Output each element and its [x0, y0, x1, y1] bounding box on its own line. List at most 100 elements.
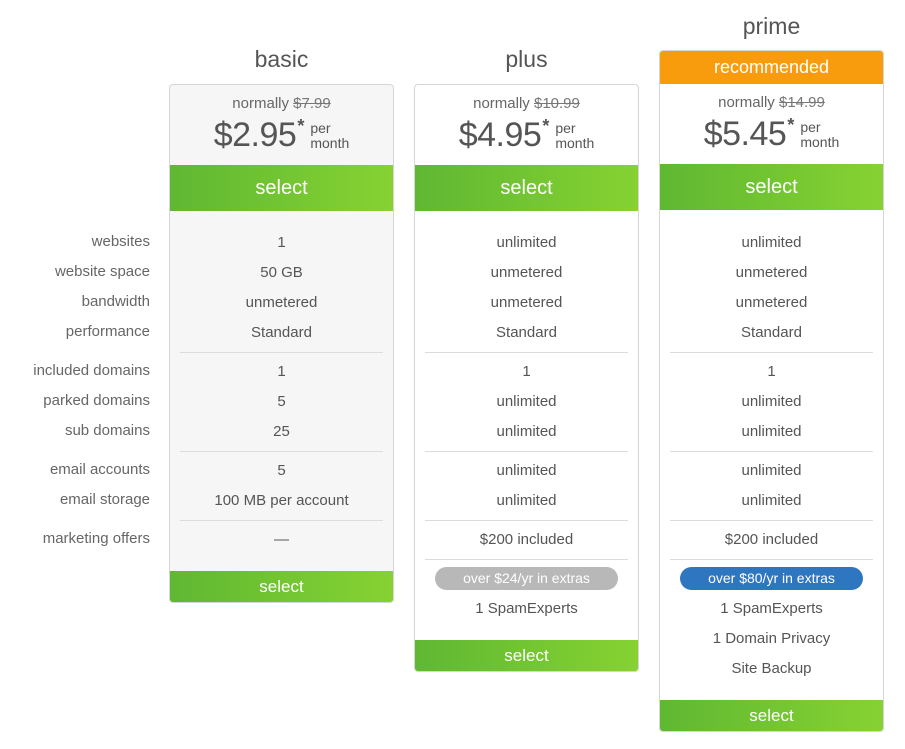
strikethrough-price: $7.99 [293, 95, 331, 112]
feature-value: 1 [522, 363, 531, 380]
normally-label: normally [473, 95, 530, 112]
feature-value: $200 included [724, 531, 819, 548]
feature-value: 1 [277, 363, 286, 380]
feature-value: 1 [767, 363, 776, 380]
per-month: per month [555, 121, 594, 151]
asterisk: * [787, 115, 795, 135]
extra-item: 1 Domain Privacy [712, 630, 831, 647]
asterisk: * [297, 116, 305, 136]
original-price: normally $14.99 [660, 94, 883, 111]
feature-value: unmetered [245, 294, 318, 311]
feature-value: — [274, 531, 289, 548]
select-button-top[interactable]: select [660, 164, 883, 210]
feature-value: unlimited [741, 462, 802, 479]
feature-value: Standard [741, 324, 802, 341]
feature-label-website-space: website space [54, 263, 150, 280]
divider [425, 352, 628, 353]
price-line: $4.95 * per month [415, 115, 638, 155]
feature-value: $200 included [479, 531, 574, 548]
feature-value: unlimited [496, 234, 557, 251]
extra-item: 1 SpamExperts [720, 600, 823, 617]
recommended-ribbon: recommended [660, 51, 883, 84]
asterisk: * [542, 116, 550, 136]
strikethrough-price: $10.99 [533, 95, 580, 112]
feature-value: 25 [273, 423, 290, 440]
feature-value: 5 [277, 462, 286, 479]
divider [670, 451, 873, 452]
per-month: per month [310, 121, 349, 151]
divider [180, 451, 383, 452]
price-box: normally $14.99 $5.45 * per month [660, 84, 883, 164]
feature-label-marketing-offers: marketing offers [42, 530, 150, 547]
divider [425, 520, 628, 521]
select-button-top[interactable]: select [170, 165, 393, 211]
feature-value: unlimited [741, 393, 802, 410]
divider [425, 451, 628, 452]
feature-value: Standard [496, 324, 557, 341]
plan-title: prime [742, 13, 801, 39]
feature-value: unmetered [735, 264, 808, 281]
feature-value: 1 [277, 234, 286, 251]
feature-value: 50 GB [260, 264, 303, 281]
feature-value: unlimited [741, 234, 802, 251]
select-button-bottom[interactable]: select [170, 571, 393, 602]
plan-card: recommended normally $14.99 $5.45 * per m… [659, 50, 884, 732]
divider [180, 352, 383, 353]
feature-value: Standard [251, 324, 312, 341]
feature-label-websites: websites [91, 233, 150, 250]
select-button-bottom[interactable]: select [415, 640, 638, 671]
price: $4.95 [458, 116, 542, 154]
feature-label-bandwidth: bandwidth [81, 293, 150, 310]
feature-label-included-domains: included domains [33, 362, 150, 379]
per-label: per [555, 120, 576, 136]
select-button-top[interactable]: select [415, 165, 638, 211]
extras-badge: over $24/yr in extras [435, 567, 618, 590]
extra-item: Site Backup [731, 660, 812, 677]
feature-value: unlimited [496, 492, 557, 509]
plan-title: plus [505, 46, 548, 72]
feature-value: 5 [277, 393, 286, 410]
price: $2.95 [213, 116, 297, 154]
normally-label: normally [232, 95, 289, 112]
feature-label-email-accounts: email accounts [49, 461, 150, 478]
price-line: $5.45 * per month [660, 114, 883, 154]
price: $5.45 [703, 115, 787, 153]
month-label: month [800, 134, 840, 150]
feature-value: unlimited [496, 423, 557, 440]
per-label: per [310, 120, 331, 136]
divider [425, 559, 628, 560]
price-box: normally $7.99 $2.95 * per month [170, 85, 393, 165]
feature-value: unlimited [496, 462, 557, 479]
extras-badge: over $80/yr in extras [680, 567, 863, 590]
price-box: normally $10.99 $4.95 * per month [415, 85, 638, 165]
feature-value: unmetered [490, 294, 563, 311]
divider [670, 520, 873, 521]
feature-label-email-storage: email storage [59, 491, 150, 508]
plan-title: basic [254, 46, 309, 72]
month-label: month [310, 135, 350, 151]
original-price: normally $7.99 [170, 95, 393, 112]
feature-value: unmetered [490, 264, 563, 281]
normally-label: normally [718, 94, 775, 111]
divider [180, 520, 383, 521]
strikethrough-price: $14.99 [778, 94, 825, 111]
plan-card: normally $10.99 $4.95 * per month select … [414, 84, 639, 672]
feature-value: unlimited [496, 393, 557, 410]
feature-label-parked-domains: parked domains [43, 392, 150, 409]
feature-value: unlimited [741, 492, 802, 509]
feature-label-performance: performance [65, 323, 150, 340]
per-month: per month [800, 120, 839, 150]
divider [670, 352, 873, 353]
per-label: per [800, 119, 821, 135]
select-button-bottom[interactable]: select [660, 700, 883, 731]
extra-item: 1 SpamExperts [475, 600, 578, 617]
month-label: month [555, 135, 595, 151]
plan-card: normally $7.99 $2.95 * per month select 1… [169, 84, 394, 603]
price-line: $2.95 * per month [170, 115, 393, 155]
divider [670, 559, 873, 560]
feature-value: unlimited [741, 423, 802, 440]
feature-value: 100 MB per account [214, 492, 349, 509]
original-price: normally $10.99 [415, 95, 638, 112]
feature-value: unmetered [735, 294, 808, 311]
feature-label-sub-domains: sub domains [64, 422, 150, 439]
